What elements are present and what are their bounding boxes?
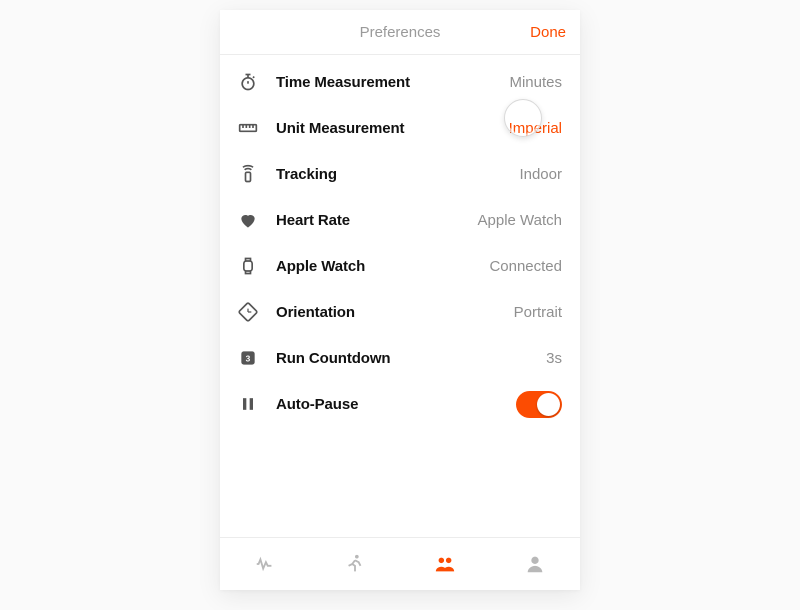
stopwatch-icon	[238, 72, 258, 92]
ruler-icon	[238, 118, 258, 138]
row-label: Heart Rate	[276, 212, 350, 229]
row-orientation[interactable]: Orientation Portrait	[220, 289, 580, 335]
heart-icon	[238, 210, 258, 230]
row-value: Minutes	[509, 74, 562, 91]
rotate-icon	[238, 302, 258, 322]
tab-bar	[220, 537, 580, 590]
row-auto-pause[interactable]: Auto-Pause	[220, 381, 580, 427]
tab-runner[interactable]	[344, 553, 366, 575]
tab-activity[interactable]	[254, 553, 276, 575]
page-title: Preferences	[360, 24, 441, 41]
row-time-measurement[interactable]: Time Measurement Minutes	[220, 59, 580, 105]
pause-icon	[238, 394, 258, 414]
row-label: Run Countdown	[276, 350, 391, 367]
row-label: Time Measurement	[276, 74, 410, 91]
row-value: Apple Watch	[478, 212, 563, 229]
row-value: Portrait	[514, 304, 562, 321]
remote-signal-icon	[238, 164, 258, 184]
settings-list: Time Measurement Minutes Unit Measuremen…	[220, 59, 580, 427]
row-run-countdown[interactable]: 3 Run Countdown 3s	[220, 335, 580, 381]
tab-profile[interactable]	[524, 553, 546, 575]
row-label: Tracking	[276, 166, 337, 183]
row-value: 3s	[546, 350, 562, 367]
row-label: Apple Watch	[276, 258, 365, 275]
row-apple-watch[interactable]: Apple Watch Connected	[220, 243, 580, 289]
row-label: Orientation	[276, 304, 355, 321]
row-tracking[interactable]: Tracking Indoor	[220, 151, 580, 197]
row-label: Auto-Pause	[276, 396, 358, 413]
row-value: Indoor	[519, 166, 562, 183]
row-label: Unit Measurement	[276, 120, 404, 137]
row-unit-measurement[interactable]: Unit Measurement Imperial	[220, 105, 580, 151]
preferences-screen: Preferences Done Time Measurement Minute…	[220, 10, 580, 590]
row-value: Connected	[489, 258, 562, 275]
row-value: Imperial	[509, 120, 562, 137]
countdown-icon: 3	[238, 348, 258, 368]
svg-text:3: 3	[246, 353, 251, 363]
watch-icon	[238, 256, 258, 276]
header: Preferences Done	[220, 10, 580, 55]
row-heart-rate[interactable]: Heart Rate Apple Watch	[220, 197, 580, 243]
auto-pause-toggle[interactable]	[516, 391, 562, 418]
done-button[interactable]: Done	[530, 10, 566, 54]
tab-friends[interactable]	[434, 553, 456, 575]
